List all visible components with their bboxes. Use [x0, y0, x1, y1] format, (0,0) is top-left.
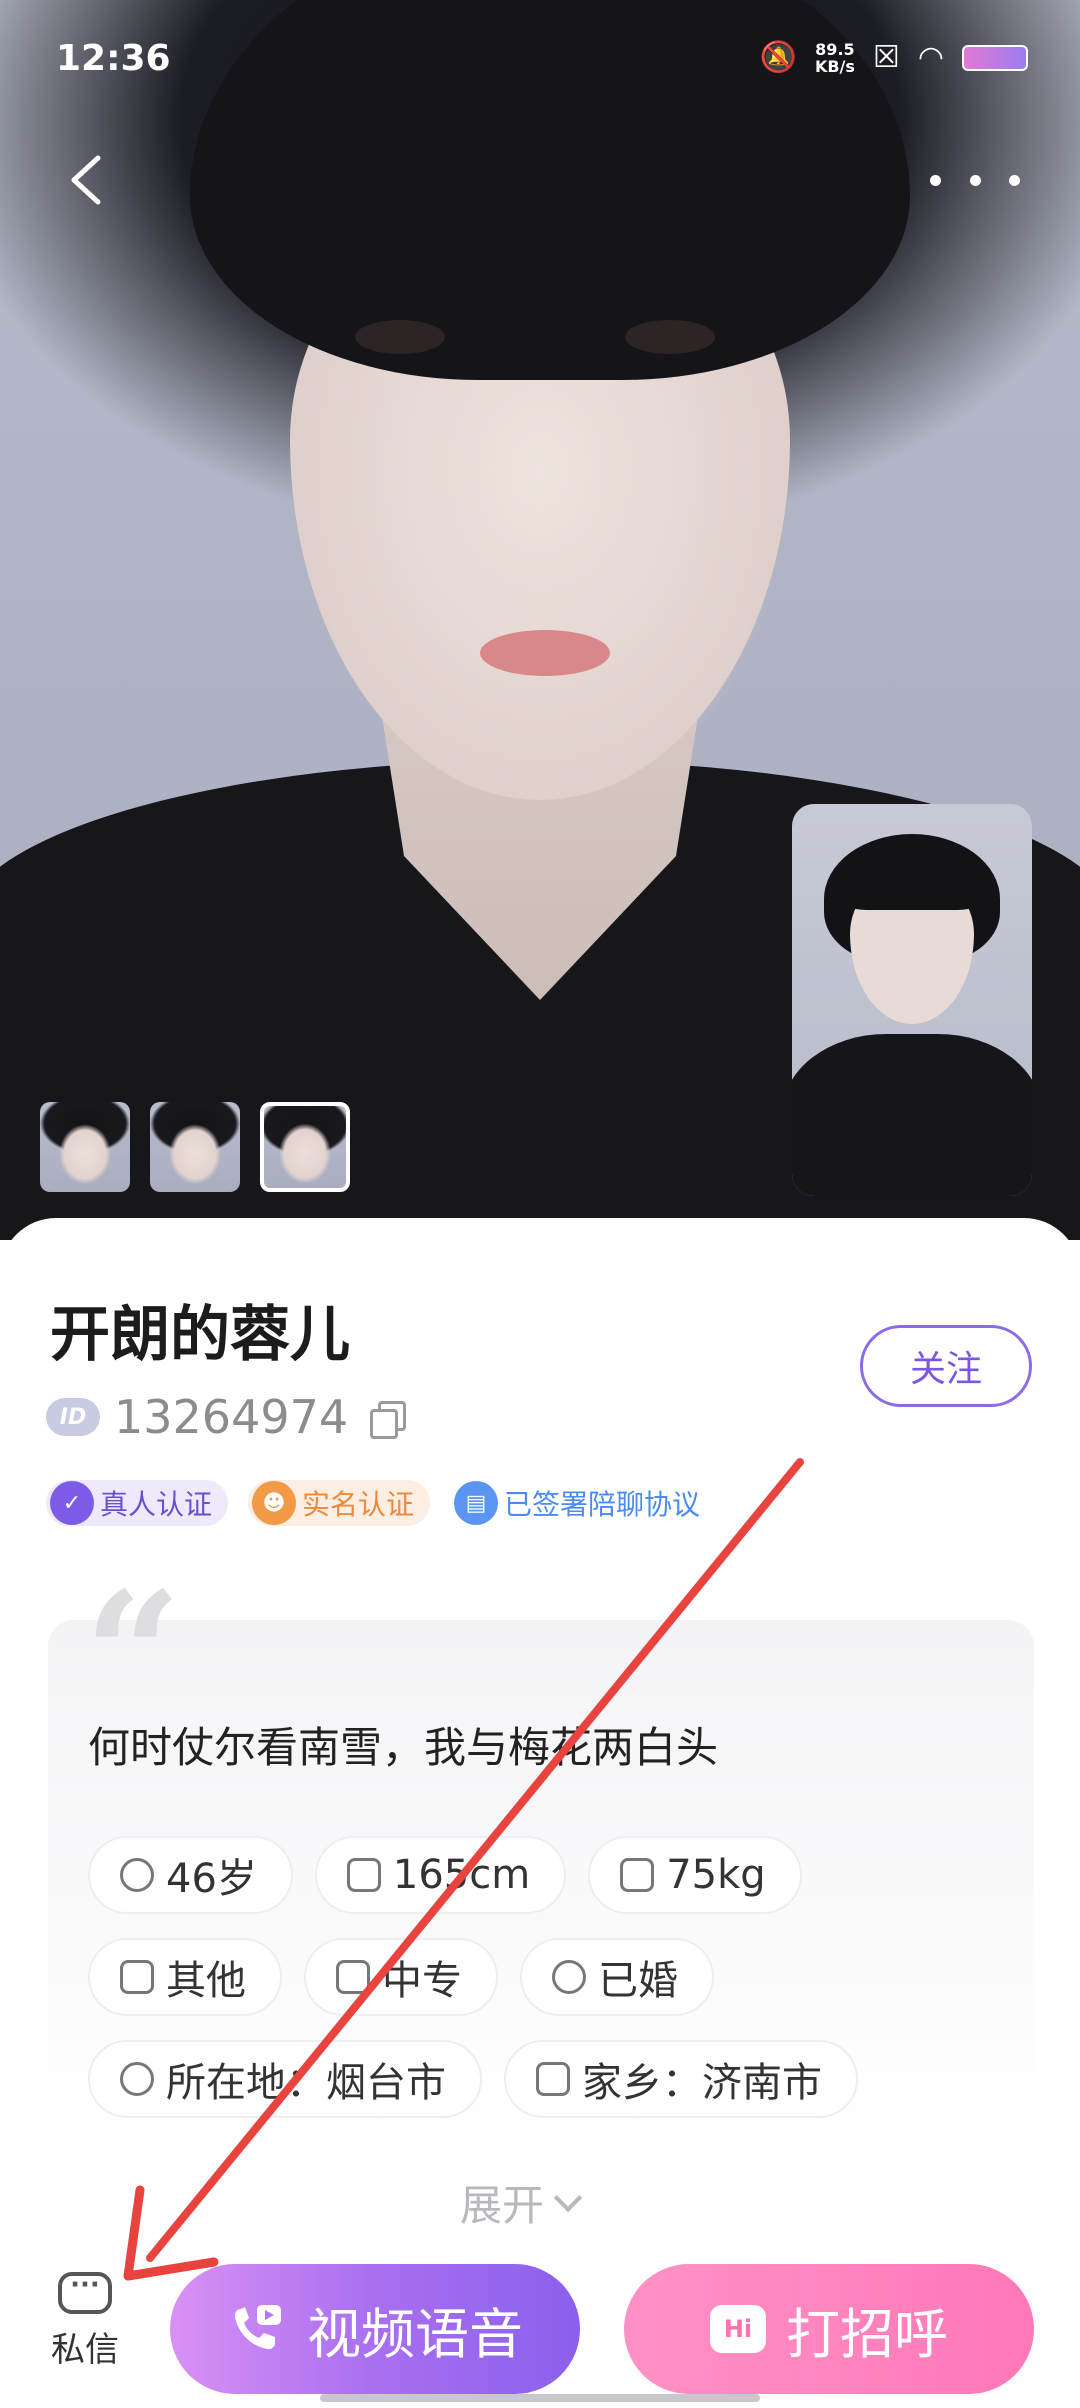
profile-name: 开朗的蓉儿: [50, 1300, 350, 1370]
chip-age: 46岁: [88, 1836, 293, 1914]
preview-body: [792, 1034, 1032, 1196]
sim-icon: ☒: [872, 40, 900, 75]
sprout-icon: [120, 1858, 154, 1892]
ruler-icon: [346, 1858, 381, 1892]
badge-real-person: ✓ 真人认证: [46, 1480, 229, 1526]
chip-location: 所在地：烟台市: [88, 2040, 482, 2118]
back-button[interactable]: [60, 150, 120, 210]
home-indicator[interactable]: [320, 2394, 760, 2402]
bio-quote: 何时仗尔看南雪，我与梅花两白头: [88, 1723, 719, 1772]
copy-icon[interactable]: [368, 1399, 407, 1439]
video-preview[interactable]: [792, 804, 1032, 1196]
chevron-left-icon: [71, 155, 101, 205]
mute-icon: 🔕: [759, 40, 797, 75]
battery-icon: [962, 44, 1028, 71]
verification-badges: ✓ 真人认证 ☻ 实名认证 ▤ 已签署陪聊协议: [46, 1480, 717, 1526]
expand-button[interactable]: 展开: [460, 2172, 583, 2233]
home-icon: [536, 2062, 570, 2096]
chip-occupation: 其他: [88, 1938, 282, 2016]
photo-thumbnails: [40, 1102, 350, 1192]
chip-hometown: 家乡：济南市: [504, 2040, 858, 2118]
hi-icon: Hi: [710, 2305, 766, 2353]
dm-button[interactable]: 私信: [40, 2270, 130, 2371]
photo-eye-right: [625, 320, 715, 354]
photo-thumbnail-selected[interactable]: [260, 1102, 350, 1192]
photo-thumbnail[interactable]: [40, 1102, 130, 1192]
more-dot-icon: [969, 174, 981, 186]
badge-real-name: ☻ 实名认证: [248, 1480, 431, 1526]
more-dot-icon: [1009, 174, 1020, 186]
photo-thumbnail[interactable]: [150, 1102, 240, 1192]
monitor-icon: [120, 1960, 154, 1994]
follow-button[interactable]: 关注: [860, 1325, 1032, 1407]
status-bar: 12:36 🔕 89.5 KB/s ☒ ◠: [0, 0, 1080, 120]
chip-marital: 已婚: [520, 1938, 714, 2016]
id-badge: ID: [46, 1398, 100, 1436]
graduation-cap-icon: [336, 1960, 370, 1994]
attribute-chips: 46岁 165cm 75kg 其他 中专 已婚 所在地：烟台市 家乡：济南市: [88, 1836, 1048, 2142]
id-row: ID 13264974: [46, 1390, 407, 1444]
chip-education: 中专: [304, 1938, 498, 2016]
dm-label: 私信: [51, 2330, 119, 2370]
id-card-icon: ☻: [252, 1481, 297, 1525]
status-icons: 🔕 89.5 KB/s ☒ ◠: [760, 40, 1028, 75]
more-dot-icon: [930, 174, 941, 186]
photo-eye-left: [355, 320, 445, 354]
status-time: 12:36: [56, 38, 171, 79]
chip-height: 165cm: [314, 1836, 567, 1914]
scale-icon: [620, 1858, 655, 1892]
chip-weight: 75kg: [588, 1836, 802, 1914]
net-speed: 89.5 KB/s: [814, 39, 855, 76]
person-icon: [552, 1960, 586, 1994]
badge-agreement: ▤ 已签署陪聊协议: [450, 1480, 717, 1526]
user-id: 13264974: [114, 1390, 349, 1444]
more-options-button[interactable]: [930, 160, 1020, 200]
wifi-icon: ◠: [917, 40, 944, 75]
document-icon: ▤: [454, 1481, 499, 1525]
video-call-icon: [234, 2305, 281, 2350]
chevron-down-icon: [553, 2183, 583, 2212]
greet-button[interactable]: Hi 打招呼: [624, 2264, 1034, 2394]
verified-icon: ✓: [50, 1481, 94, 1525]
preview-fringe: [836, 840, 988, 910]
location-pin-icon: [120, 2062, 154, 2096]
chat-bubble-icon: [58, 2270, 112, 2314]
video-voice-button[interactable]: 视频语音: [170, 2264, 580, 2394]
photo-lips: [480, 630, 610, 676]
